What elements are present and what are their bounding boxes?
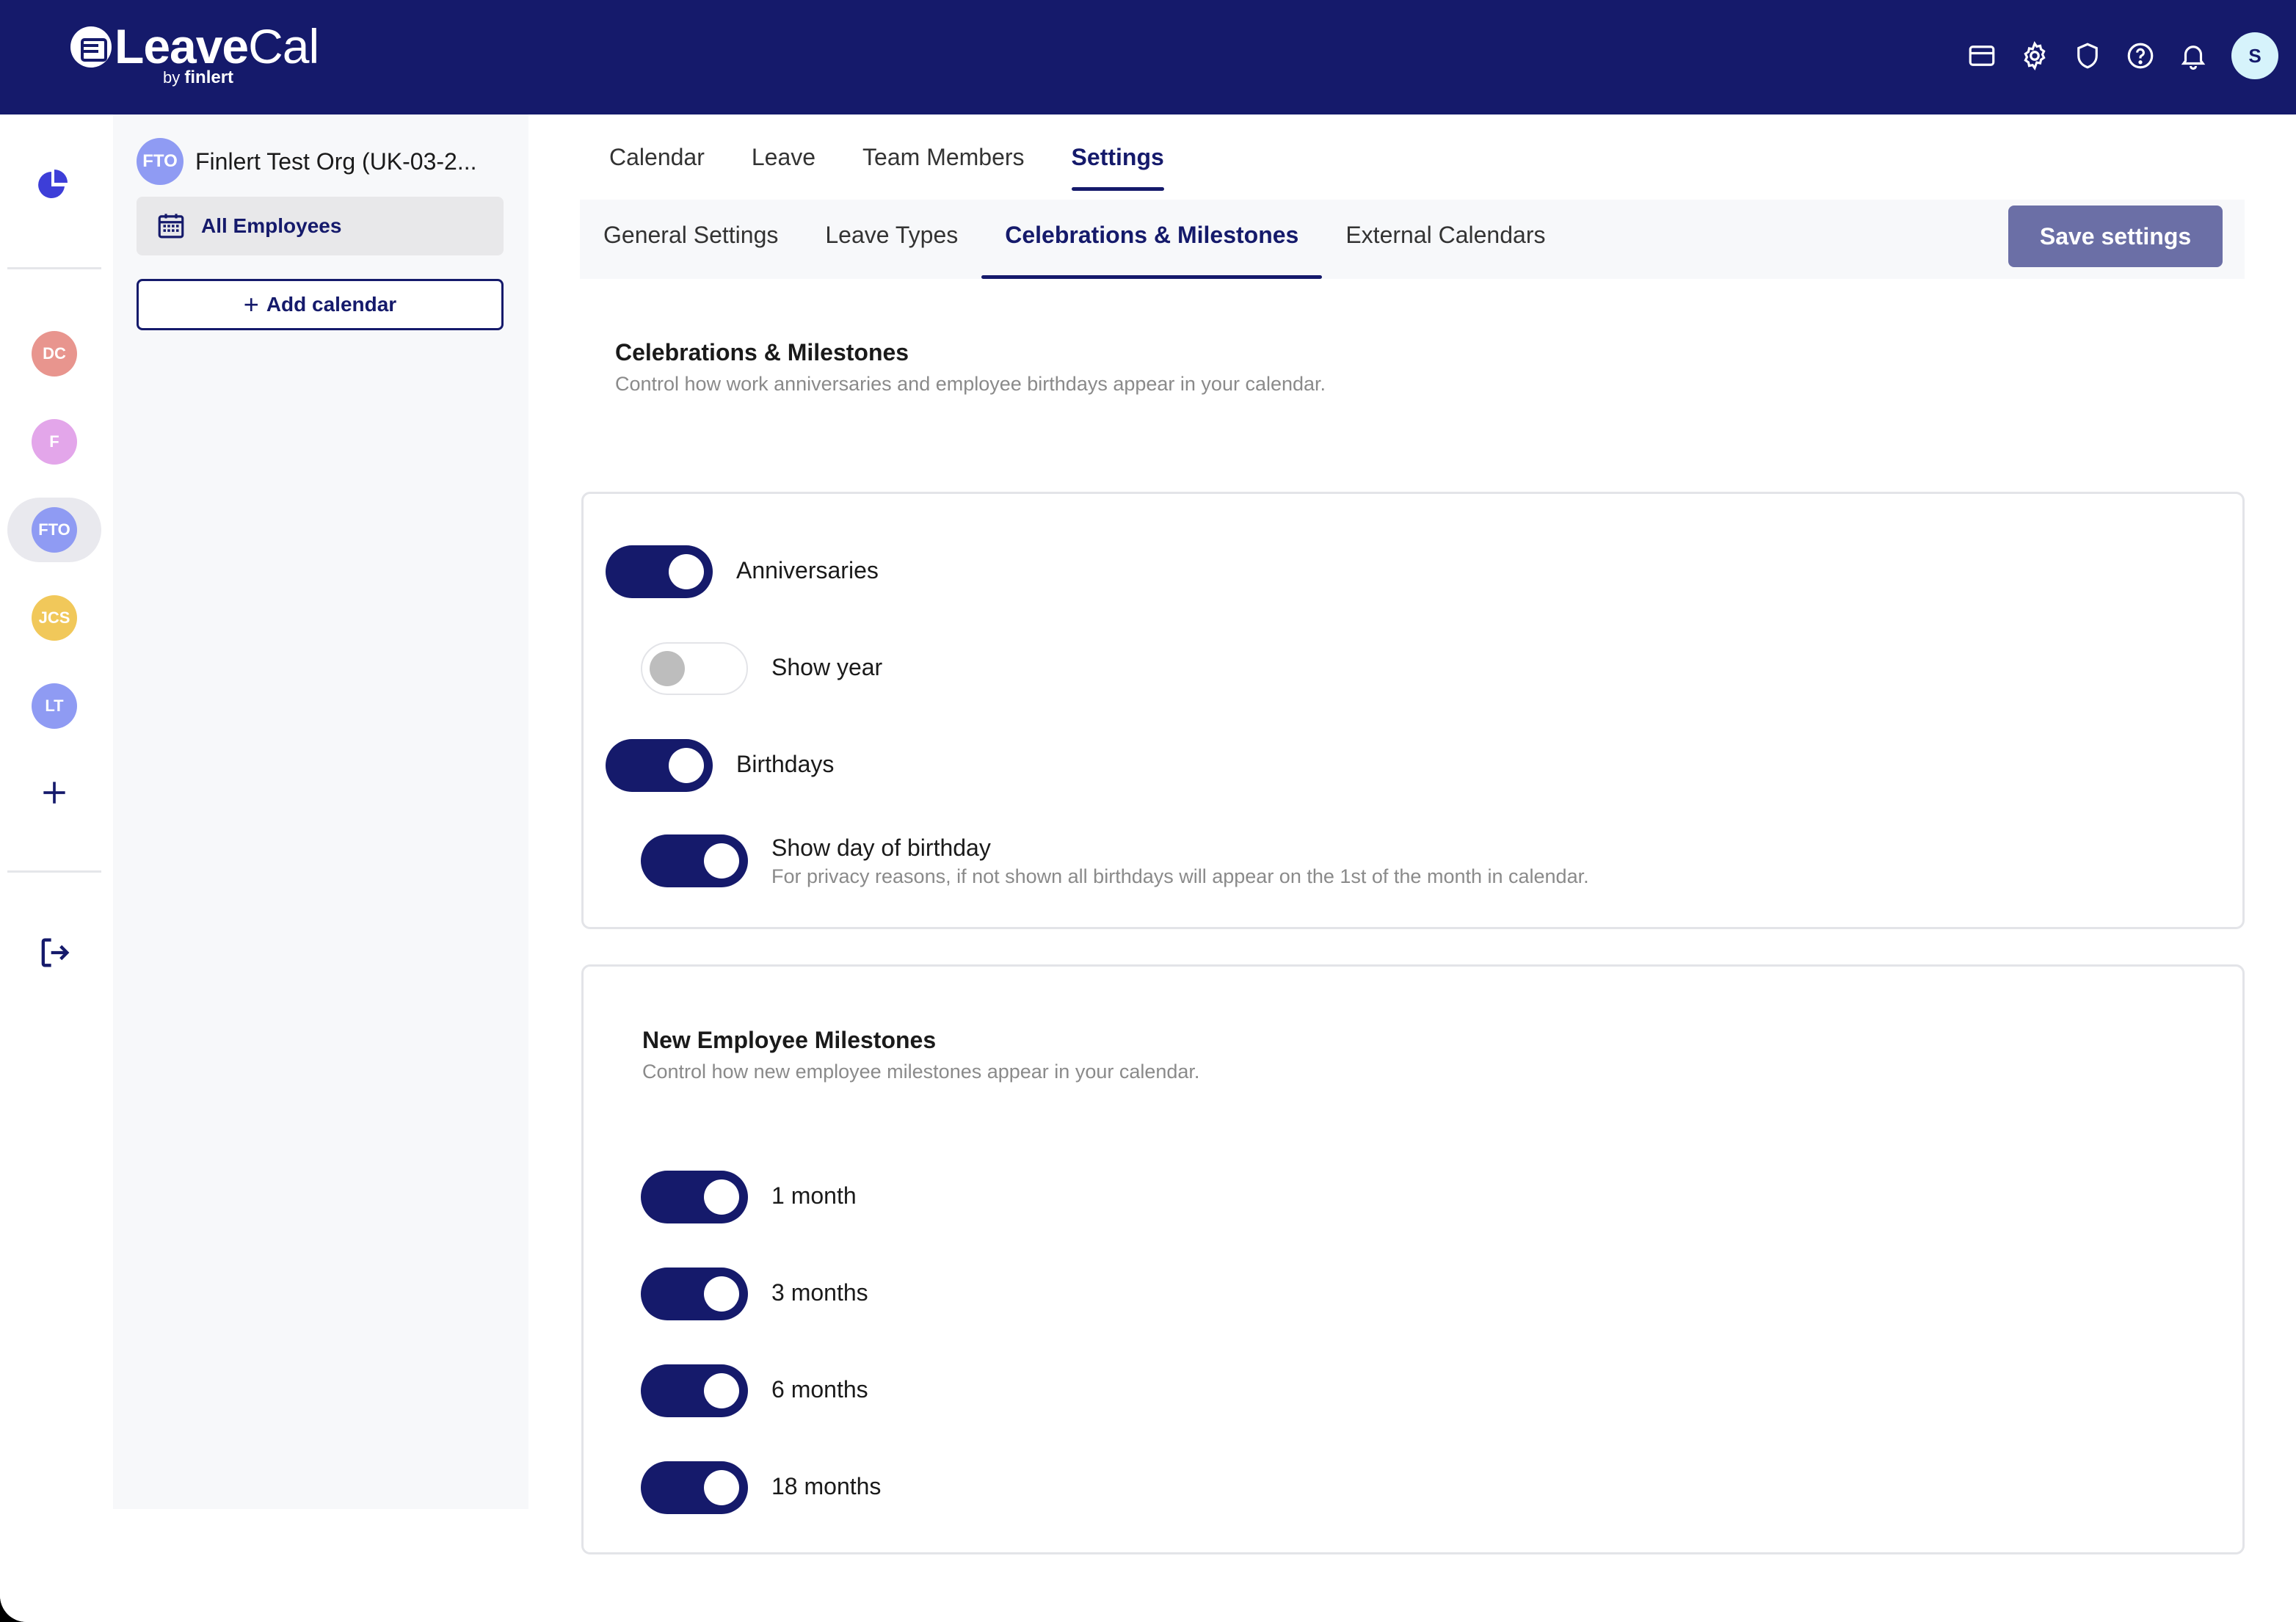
milestones-title: New Employee Milestones (642, 1027, 937, 1053)
milestones-card: New Employee Milestones Control how new … (581, 964, 2245, 1554)
show-day-of-birthday-hint: For privacy reasons, if not shown all bi… (771, 865, 1589, 887)
tab-settings[interactable]: Settings (1071, 144, 1165, 191)
rail-divider (7, 267, 101, 269)
show-day-of-birthday-label: Show day of birthday (771, 834, 991, 861)
milestone-6-months-toggle[interactable] (641, 1364, 748, 1417)
leavecal-logo[interactable]: LeaveCal by finlert (70, 22, 319, 88)
section-title: Celebrations & Milestones (615, 339, 909, 366)
birthdays-label: Birthdays (736, 751, 835, 777)
logout-icon[interactable] (35, 934, 73, 972)
tab-calendar[interactable]: Calendar (609, 144, 705, 191)
milestone-1-month-toggle[interactable] (641, 1171, 748, 1223)
app-window: LeaveCal by finlert S DC F FTO JCS LT FT… (0, 0, 2296, 1622)
show-year-row: Show year (641, 642, 882, 695)
logo-by: by (163, 68, 181, 87)
tab-general-settings[interactable]: General Settings (580, 200, 802, 279)
calendar-avatar: JCS (32, 595, 77, 641)
milestone-label: 6 months (771, 1376, 868, 1403)
shield-icon[interactable] (2070, 38, 2105, 73)
rail-calendar-lt[interactable]: LT (7, 674, 101, 738)
calendar-rail: DC F FTO JCS LT (0, 114, 113, 1622)
milestone-label: 3 months (771, 1279, 868, 1306)
rail-divider (7, 870, 101, 873)
org-name: Finlert Test Org (UK-03-2... (195, 148, 477, 175)
add-calendar-label: Add calendar (266, 293, 397, 316)
tab-leave-types[interactable]: Leave Types (802, 200, 981, 279)
tab-leave[interactable]: Leave (752, 144, 815, 191)
rail-calendar-fto[interactable]: FTO (7, 498, 101, 562)
rail-calendar-f[interactable]: F (7, 410, 101, 474)
add-calendar-button[interactable]: + Add calendar (137, 279, 504, 330)
section-description: Control how work anniversaries and emplo… (615, 373, 1326, 395)
milestone-label: 18 months (771, 1473, 882, 1499)
help-icon[interactable] (2123, 38, 2158, 73)
main-tabs: Calendar Leave Team Members Settings (609, 144, 1211, 191)
birthdays-toggle[interactable] (606, 739, 713, 792)
calendar-logo-icon (70, 26, 112, 68)
all-employees-item[interactable]: All Employees (137, 197, 504, 255)
tab-team-members[interactable]: Team Members (862, 144, 1025, 191)
milestone-3-months-toggle[interactable] (641, 1268, 748, 1320)
pie-chart-icon[interactable] (35, 167, 70, 203)
calendar-avatar: LT (32, 683, 77, 729)
milestone-row: 18 months (641, 1461, 881, 1514)
header-actions: S (1964, 29, 2296, 82)
billing-card-icon[interactable] (1964, 38, 1999, 73)
celebrations-card: Anniversaries Show year Birthdays Show d… (581, 492, 2245, 929)
show-year-label: Show year (771, 654, 883, 680)
milestone-18-months-toggle[interactable] (641, 1461, 748, 1514)
birthdays-row: Birthdays (606, 739, 834, 792)
organisation-header[interactable]: FTO Finlert Test Org (UK-03-2... (137, 138, 477, 185)
rail-calendar-jcs[interactable]: JCS (7, 586, 101, 650)
calendar-avatar: DC (32, 331, 77, 377)
user-avatar[interactable]: S (2231, 32, 2278, 79)
calendar-icon (158, 214, 184, 239)
logo-company: finlert (184, 68, 234, 87)
anniversaries-label: Anniversaries (736, 557, 879, 583)
rail-calendar-dc[interactable]: DC (7, 321, 101, 386)
all-employees-label: All Employees (201, 214, 342, 237)
show-day-of-birthday-row: Show day of birthday For privacy reasons… (641, 834, 1589, 888)
calendar-sidebar: FTO Finlert Test Org (UK-03-2... All Emp… (113, 114, 528, 1509)
top-bar: LeaveCal by finlert S (0, 0, 2296, 114)
settings-tab-bar: General Settings Leave Types Celebration… (580, 200, 2245, 279)
bell-icon[interactable] (2176, 38, 2211, 73)
logo-text-bold: Leave (115, 19, 249, 73)
milestone-label: 1 month (771, 1182, 857, 1209)
save-settings-button[interactable]: Save settings (2008, 206, 2223, 267)
calendar-avatar: FTO (32, 507, 77, 553)
milestone-row: 6 months (641, 1364, 868, 1417)
gear-icon[interactable] (2017, 38, 2052, 73)
anniversaries-toggle[interactable] (606, 545, 713, 598)
add-organisation-plus-icon[interactable] (37, 775, 72, 810)
milestones-description: Control how new employee milestones appe… (642, 1061, 1200, 1083)
milestone-row: 3 months (641, 1268, 868, 1320)
milestone-row: 1 month (641, 1171, 857, 1223)
show-year-toggle[interactable] (641, 642, 748, 695)
org-avatar: FTO (137, 138, 184, 185)
calendar-avatar: F (32, 419, 77, 465)
tab-celebrations-milestones[interactable]: Celebrations & Milestones (981, 200, 1323, 279)
show-day-of-birthday-toggle[interactable] (641, 834, 748, 887)
anniversaries-row: Anniversaries (606, 545, 879, 598)
tab-external-calendars[interactable]: External Calendars (1322, 200, 1569, 279)
plus-icon: + (243, 289, 259, 319)
logo-text-light: Cal (248, 19, 319, 73)
